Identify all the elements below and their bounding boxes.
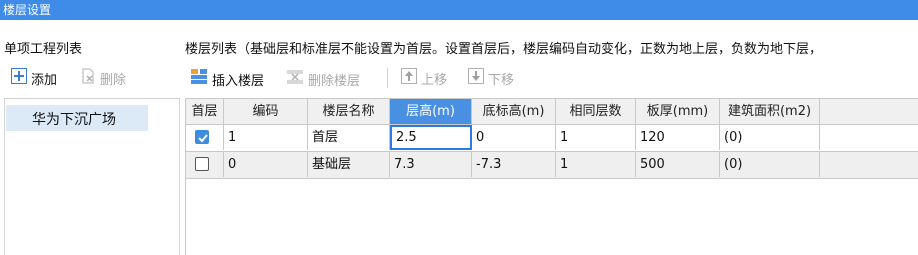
column-header-first-floor[interactable]: 首层 xyxy=(186,99,224,124)
move-up-button[interactable]: 上移 xyxy=(401,68,447,88)
bottom-elevation-cell[interactable]: 0 xyxy=(472,125,556,150)
add-project-button[interactable]: 添加 xyxy=(11,68,57,88)
project-item-label: 华为下沉广场 xyxy=(32,112,116,128)
same-floors-cell[interactable]: 1 xyxy=(556,152,636,177)
same-floors-cell[interactable]: 1 xyxy=(556,125,636,150)
floor-list-title: 楼层列表（基础层和标准层不能设置为首层。设置首层后，楼层编码自动变化，正数为地上… xyxy=(185,42,823,57)
floor-toolbar: 插入楼层 删除楼层 上移 下移 xyxy=(180,62,918,94)
move-down-label: 下移 xyxy=(488,72,515,88)
column-header-floor-height[interactable]: 层高(m) xyxy=(390,99,472,124)
project-list: 华为下沉广场 xyxy=(4,98,180,255)
column-header-slab-thickness[interactable]: 板厚(mm) xyxy=(636,99,720,124)
first-floor-cell xyxy=(186,152,224,177)
slab-thickness-cell[interactable]: 120 xyxy=(636,125,720,150)
delete-doc-icon xyxy=(80,68,96,88)
toolbar-separator xyxy=(387,68,388,88)
project-list-panel: 单项工程列表 添加 删除 华为下沉广场 xyxy=(0,34,180,255)
floor-table: 首层 编码 楼层名称 层高(m) 底标高(m) 相同层数 板厚(mm) 建筑面积… xyxy=(185,98,918,255)
table-row[interactable]: 1 首层 2.5 0 1 120 (0) xyxy=(186,125,918,152)
code-cell[interactable]: 1 xyxy=(224,125,308,150)
project-list-item[interactable]: 华为下沉广场 xyxy=(6,105,148,131)
insert-floor-label: 插入楼层 xyxy=(212,73,265,89)
delete-project-label: 删除 xyxy=(100,72,127,88)
plus-icon xyxy=(11,68,27,88)
column-header-bottom-elevation[interactable]: 底标高(m) xyxy=(472,99,556,124)
floor-list-panel: 楼层列表（基础层和标准层不能设置为首层。设置首层后，楼层编码自动变化，正数为地上… xyxy=(180,34,918,255)
column-header-same-floors[interactable]: 相同层数 xyxy=(556,99,636,124)
insert-floor-button[interactable]: 插入楼层 xyxy=(190,68,264,90)
first-floor-checkbox[interactable] xyxy=(195,130,209,144)
slab-thickness-cell[interactable]: 500 xyxy=(636,152,720,177)
arrow-down-icon xyxy=(468,68,484,88)
floor-height-cell[interactable]: 2.5 xyxy=(390,125,472,150)
checkmark-icon xyxy=(198,134,208,143)
table-row[interactable]: 0 基础层 7.3 -7.3 1 500 (0) xyxy=(186,152,918,179)
column-header-code[interactable]: 编码 xyxy=(224,99,308,124)
building-area-cell: (0) xyxy=(720,152,820,177)
column-header-building-area[interactable]: 建筑面积(m2) xyxy=(720,99,820,124)
delete-floor-button[interactable]: 删除楼层 xyxy=(286,68,360,90)
bottom-elevation-cell[interactable]: -7.3 xyxy=(472,152,556,177)
delete-project-button[interactable]: 删除 xyxy=(80,68,126,88)
building-area-cell: (0) xyxy=(720,125,820,150)
window-title: 楼层设置 xyxy=(3,3,52,17)
add-project-label: 添加 xyxy=(31,72,58,88)
delete-rows-icon xyxy=(286,68,304,90)
code-cell[interactable]: 0 xyxy=(224,152,308,177)
first-floor-checkbox[interactable] xyxy=(195,157,209,171)
floor-height-cell[interactable]: 7.3 xyxy=(390,152,472,177)
table-header: 首层 编码 楼层名称 层高(m) 底标高(m) 相同层数 板厚(mm) 建筑面积… xyxy=(186,99,918,125)
floor-name-cell[interactable]: 基础层 xyxy=(308,152,390,177)
project-list-title: 单项工程列表 xyxy=(4,42,83,57)
column-header-floor-name[interactable]: 楼层名称 xyxy=(308,99,390,124)
insert-rows-icon xyxy=(190,68,208,90)
delete-floor-label: 删除楼层 xyxy=(308,73,361,89)
floor-name-cell[interactable]: 首层 xyxy=(308,125,390,150)
arrow-up-icon xyxy=(401,68,417,88)
move-down-button[interactable]: 下移 xyxy=(468,68,514,88)
first-floor-cell xyxy=(186,125,224,150)
move-up-label: 上移 xyxy=(421,72,448,88)
project-list-toolbar: 添加 删除 xyxy=(0,62,180,94)
title-bar: 楼层设置 xyxy=(0,0,918,20)
